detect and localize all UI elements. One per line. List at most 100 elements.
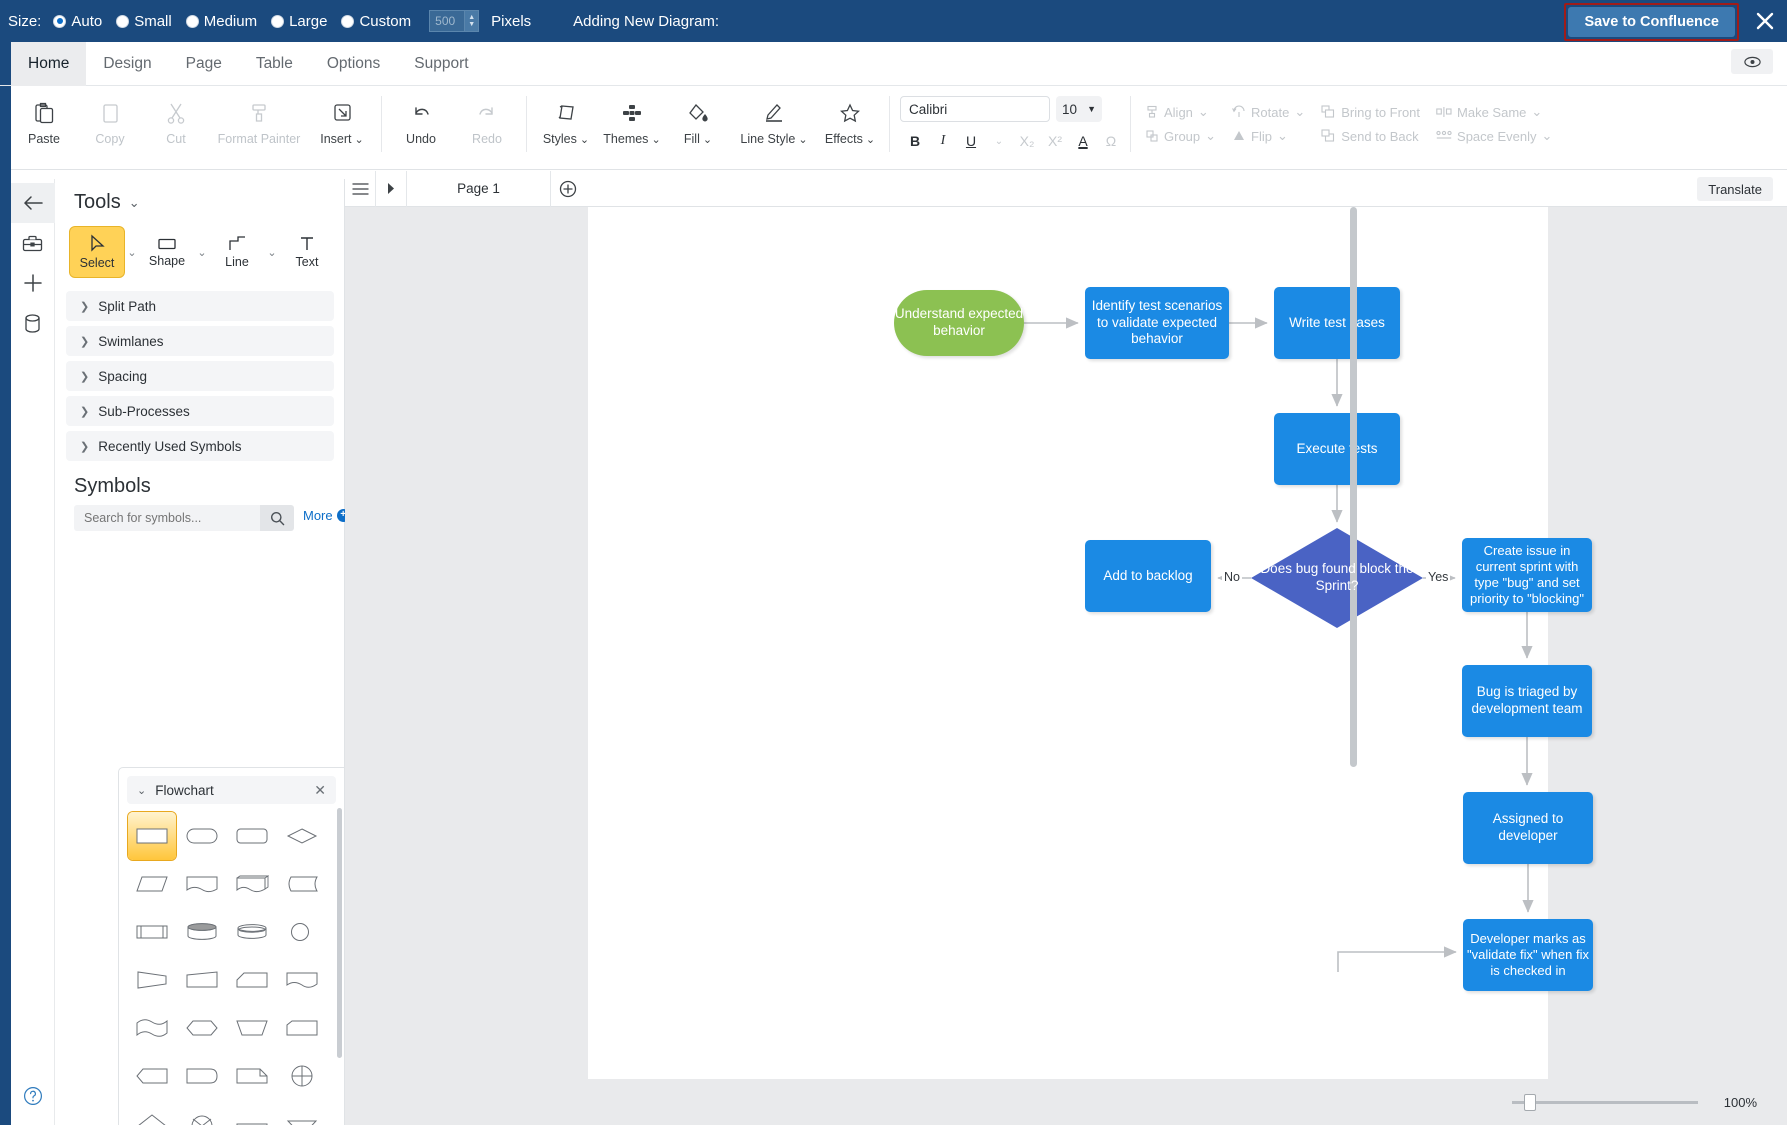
tab-options[interactable]: Options — [310, 42, 397, 86]
symbol-wave-bottom[interactable] — [278, 956, 326, 1004]
accordion-swimlanes[interactable]: ❯ Swimlanes — [66, 326, 334, 356]
tab-home[interactable]: Home — [11, 42, 86, 86]
paste-button[interactable]: Paste — [11, 92, 77, 146]
zoom-slider[interactable] — [1512, 1101, 1698, 1104]
database-icon[interactable] — [11, 303, 55, 343]
tools-panel-title[interactable]: Tools ⌄ — [74, 191, 140, 214]
symbol-notched-rectangle[interactable] — [278, 1004, 326, 1052]
symbol-segmented-circle[interactable] — [178, 1100, 226, 1125]
symbol-decision-diamond[interactable] — [278, 812, 326, 860]
tool-shape-caret[interactable]: ⌄ — [194, 227, 210, 277]
symbol-diamond-outline[interactable] — [128, 1100, 176, 1125]
symbol-connector-circle[interactable] — [278, 908, 326, 956]
format-painter-button[interactable]: Format Painter — [209, 92, 309, 146]
superscript-button[interactable]: X² — [1042, 129, 1068, 153]
symbol-trapezoid-right[interactable] — [178, 956, 226, 1004]
symbol-rounded-rectangle[interactable] — [228, 812, 276, 860]
diagram-node-assigned-to-developer[interactable]: Assigned to developer — [1463, 792, 1593, 864]
diagram-paper[interactable]: Understand expected behavior Identify te… — [588, 207, 1548, 1125]
diagram-node-developer-marks-validate-fix[interactable]: Developer marks as "validate fix" when f… — [1463, 919, 1593, 991]
tool-select-button[interactable]: Select — [70, 227, 124, 277]
custom-size-input[interactable]: 500 ▲▼ — [429, 10, 479, 32]
symbol-predefined-process[interactable] — [128, 908, 176, 956]
size-option-medium[interactable]: Medium — [186, 13, 257, 30]
toolbox-icon[interactable] — [11, 223, 55, 263]
custom-size-stepper[interactable]: ▲▼ — [464, 11, 478, 31]
add-page-icon[interactable] — [551, 171, 585, 207]
symbol-terminator[interactable] — [178, 812, 226, 860]
symbol-flag-left[interactable] — [128, 1052, 176, 1100]
size-option-custom[interactable]: Custom — [341, 13, 411, 30]
cut-button[interactable]: Cut — [143, 92, 209, 146]
symbol-document[interactable] — [178, 860, 226, 908]
bring-to-front-button[interactable]: Bring to Front — [1321, 100, 1420, 124]
symbol-parallelogram-data[interactable] — [128, 860, 176, 908]
themes-button[interactable]: Themes — [599, 92, 665, 146]
symbol-category-header[interactable]: ⌄ Flowchart ✕ — [127, 776, 336, 804]
symbol-half-moon[interactable] — [228, 1100, 276, 1125]
symbols-more-link[interactable]: More + — [303, 508, 350, 523]
size-option-auto[interactable]: Auto — [53, 13, 102, 30]
translate-button[interactable]: Translate — [1697, 177, 1773, 201]
tool-line-button[interactable]: Line — [210, 227, 264, 277]
italic-button[interactable]: I — [930, 129, 956, 153]
symbol-crossed-circle[interactable] — [278, 1052, 326, 1100]
tool-line-caret[interactable]: ⌄ — [264, 227, 280, 277]
tab-table[interactable]: Table — [239, 42, 310, 86]
symbol-direct-access-storage[interactable] — [178, 908, 226, 956]
diagram-node-write-test-cases[interactable]: Write test cases — [1274, 287, 1400, 359]
symbol-folded-corner-note[interactable] — [228, 1052, 276, 1100]
plus-icon[interactable] — [11, 263, 55, 303]
list-view-icon[interactable] — [345, 171, 375, 207]
space-evenly-button[interactable]: Space Evenly⌄ — [1436, 124, 1552, 148]
symbol-process-rectangle[interactable] — [128, 812, 176, 860]
symbol-curved-side[interactable] — [278, 860, 326, 908]
eye-icon[interactable] — [1731, 49, 1773, 74]
tool-select-caret[interactable]: ⌄ — [124, 227, 140, 277]
undo-button[interactable]: Undo — [388, 92, 454, 146]
page-tab-1[interactable]: Page 1 — [407, 171, 551, 207]
styles-button[interactable]: Styles — [533, 92, 599, 146]
accordion-spacing[interactable]: ❯ Spacing — [66, 361, 334, 391]
diagram-canvas[interactable]: Understand expected behavior Identify te… — [345, 207, 1787, 1125]
symbol-rounded-end[interactable] — [178, 1052, 226, 1100]
chevron-down-icon-underline[interactable]: ⌄ — [986, 129, 1012, 153]
symbol-palette-scrollbar[interactable] — [337, 808, 342, 1058]
back-arrow-icon[interactable] — [11, 183, 55, 223]
symbol-search-field[interactable] — [84, 511, 260, 525]
symbol-search-input[interactable] — [74, 505, 260, 531]
help-icon[interactable] — [11, 1081, 55, 1111]
effects-button[interactable]: Effects — [817, 92, 883, 146]
expand-panel-icon[interactable] — [376, 171, 406, 207]
tab-design[interactable]: Design — [86, 42, 168, 86]
save-to-confluence-button[interactable]: Save to Confluence — [1568, 7, 1735, 37]
diagram-node-create-issue[interactable]: Create issue in current sprint with type… — [1462, 538, 1592, 612]
send-to-back-button[interactable]: Send to Back — [1321, 124, 1420, 148]
diagram-node-bug-triaged[interactable]: Bug is triaged by development team — [1462, 665, 1592, 737]
line-style-button[interactable]: Line Style — [731, 92, 817, 146]
symbol-cut-corner[interactable] — [228, 956, 276, 1004]
group-button[interactable]: Group⌄ — [1145, 124, 1216, 148]
diagram-node-does-bug-block-sprint[interactable]: Does bug found block the Sprint? — [1251, 528, 1423, 628]
symbol-search-button[interactable] — [260, 505, 294, 531]
symbol-hexagon-preparation[interactable] — [178, 1004, 226, 1052]
bold-button[interactable]: B — [902, 129, 928, 153]
symbol-wave[interactable] — [128, 1004, 176, 1052]
size-option-small[interactable]: Small — [116, 13, 172, 30]
accordion-split-path[interactable]: ❯ Split Path — [66, 291, 334, 321]
close-icon[interactable] — [1753, 9, 1777, 33]
rotate-button[interactable]: Rotate⌄ — [1232, 100, 1305, 124]
insert-button[interactable]: Insert — [309, 92, 375, 146]
font-size-select[interactable]: 10 ▼ — [1056, 96, 1102, 122]
symbol-triangle-down[interactable] — [278, 1100, 326, 1125]
subscript-button[interactable]: X₂ — [1014, 129, 1040, 153]
tab-support[interactable]: Support — [397, 42, 485, 86]
diagram-node-understand-expected-behavior[interactable]: Understand expected behavior — [894, 290, 1024, 356]
tool-shape-button[interactable]: Shape — [140, 227, 194, 277]
diagram-node-add-to-backlog[interactable]: Add to backlog — [1085, 540, 1211, 612]
fill-button[interactable]: Fill — [665, 92, 731, 146]
accordion-recently-used-symbols[interactable]: ❯ Recently Used Symbols — [66, 431, 334, 461]
size-option-large[interactable]: Large — [271, 13, 327, 30]
diagram-node-identify-test-scenarios[interactable]: Identify test scenarios to validate expe… — [1085, 287, 1229, 359]
tab-page[interactable]: Page — [169, 42, 239, 86]
